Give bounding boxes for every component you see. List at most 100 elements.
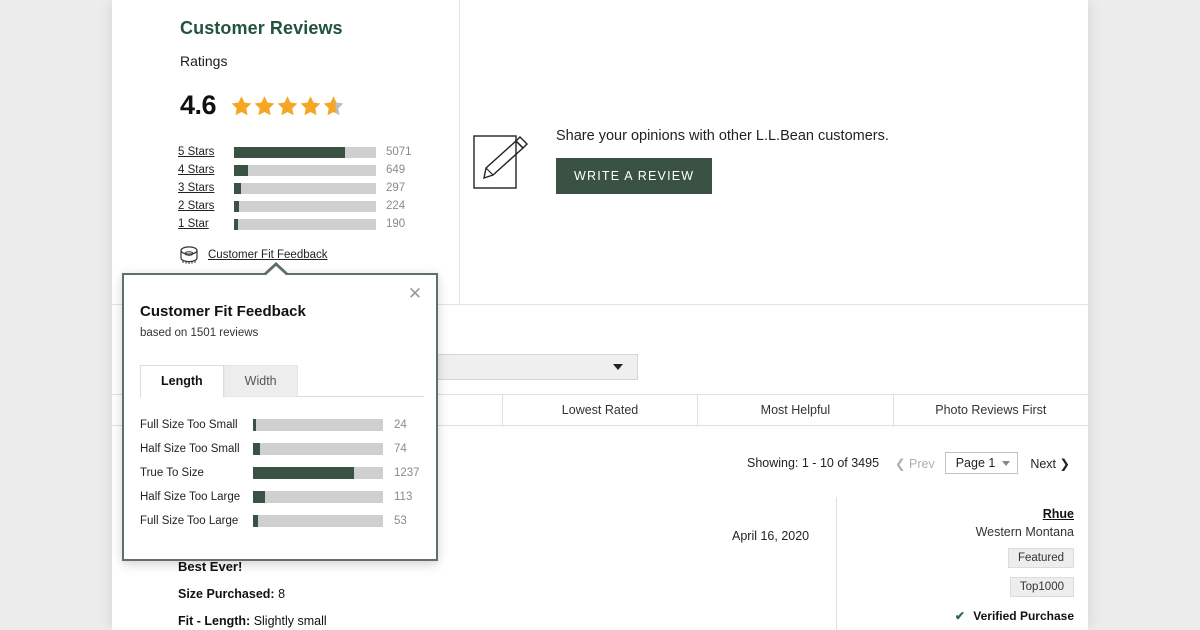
tab-lowest-rated[interactable]: Lowest Rated	[503, 395, 698, 427]
fit-dimension-tabs: LengthWidth	[140, 365, 424, 397]
check-icon: ✔	[955, 609, 965, 623]
fit-bar-fill	[253, 515, 258, 527]
chevron-right-icon: ❯	[1060, 457, 1070, 471]
fit-length-label: Fit - Length:	[178, 614, 250, 628]
review-size-purchased: Size Purchased: 8	[178, 587, 598, 601]
author-badge: Top1000	[1010, 577, 1074, 597]
fit-length-value: Slightly small	[254, 614, 327, 628]
rating-count: 297	[386, 182, 405, 194]
rating-bar-fill	[234, 183, 241, 194]
rating-bar-track	[234, 219, 376, 230]
prev-label: Prev	[909, 457, 935, 471]
page-title: Customer Reviews	[180, 18, 343, 39]
rating-filter-5-star[interactable]: 5 Stars	[178, 146, 234, 158]
review-fit-length: Fit - Length: Slightly small	[178, 614, 598, 628]
fit-feedback-row: Full Size Too Large 53	[140, 509, 426, 533]
ratings-label: Ratings	[180, 53, 227, 69]
rating-bar-fill	[234, 165, 248, 176]
fit-bar-fill	[253, 491, 265, 503]
fit-row-count: 113	[394, 491, 412, 503]
fit-feedback-row: True To Size 1237	[140, 461, 426, 485]
fit-bar-fill	[253, 419, 256, 431]
star-5	[322, 94, 345, 118]
fit-row-label: Full Size Too Small	[140, 419, 253, 431]
fit-distribution-bars: Full Size Too Small 24 Half Size Too Small…	[140, 413, 426, 533]
size-purchased-label: Size Purchased:	[178, 587, 275, 601]
fit-feedback-row: Half Size Too Small 74	[140, 437, 426, 461]
fit-bar-track	[253, 467, 383, 479]
fit-row-label: Half Size Too Small	[140, 443, 253, 455]
rating-filter-1-star[interactable]: 1 Star	[178, 218, 234, 230]
star-3	[276, 94, 299, 118]
share-opinions-text: Share your opinions with other L.L.Bean …	[556, 128, 889, 144]
star-4	[299, 94, 322, 118]
fit-bar-track	[253, 515, 383, 527]
reviews-summary-section: Customer Reviews Ratings 4.6 5 Stars 5071…	[112, 0, 1088, 305]
review-author-badges: Featured Top1000	[837, 539, 1074, 597]
write-review-block: Share your opinions with other L.L.Bean …	[472, 128, 889, 194]
rating-bar-fill	[234, 147, 345, 158]
customer-fit-feedback-popup: ✕ Customer Fit Feedback based on 1501 re…	[122, 273, 438, 561]
page-select-value: Page 1	[956, 456, 996, 470]
rating-filter-3-star[interactable]: 3 Stars	[178, 182, 234, 194]
rating-distribution-row: 1 Star 190	[178, 215, 478, 233]
customer-fit-feedback-link[interactable]: Customer Fit Feedback	[178, 245, 328, 265]
rating-distribution: 5 Stars 5071 4 Stars 649 3 Stars 297 2 Stars 22…	[178, 143, 478, 233]
fit-row-label: Full Size Too Large	[140, 515, 253, 527]
rating-bar-fill	[234, 201, 239, 212]
write-review-text-column: Share your opinions with other L.L.Bean …	[556, 128, 889, 194]
next-page-button[interactable]: Next ❯	[1030, 456, 1070, 471]
chevron-down-icon	[613, 364, 623, 370]
close-icon[interactable]: ✕	[406, 285, 424, 303]
fit-row-count: 24	[394, 419, 407, 431]
showing-count: Showing: 1 - 10 of 3495	[747, 456, 879, 470]
rating-filter-4-star[interactable]: 4 Stars	[178, 164, 234, 176]
review-author-location: Western Montana	[837, 525, 1074, 539]
fit-row-count: 74	[394, 443, 407, 455]
rating-bar-track	[234, 147, 376, 158]
sort-dropdown[interactable]: g	[412, 354, 638, 380]
fit-row-label: True To Size	[140, 467, 253, 479]
rating-distribution-row: 3 Stars 297	[178, 179, 478, 197]
popup-subtitle: based on 1501 reviews	[140, 327, 258, 339]
write-a-review-button[interactable]: WRITE A REVIEW	[556, 158, 712, 194]
fit-row-count: 53	[394, 515, 407, 527]
fit-bar-fill	[253, 443, 260, 455]
average-score-row: 4.6	[180, 90, 345, 121]
rating-bar-track	[234, 165, 376, 176]
fit-bar-track	[253, 491, 383, 503]
rating-count: 190	[386, 218, 405, 230]
fit-tab-length[interactable]: Length	[140, 365, 224, 398]
fit-bar-track	[253, 419, 383, 431]
star-2	[253, 94, 276, 118]
chevron-down-icon	[1002, 461, 1010, 466]
tab-most-helpful[interactable]: Most Helpful	[698, 395, 893, 427]
page-select[interactable]: Page 1	[945, 452, 1019, 474]
verified-purchase-badge: ✔ Verified Purchase	[837, 609, 1074, 623]
rating-distribution-row: 4 Stars 649	[178, 161, 478, 179]
author-badge: Featured	[1008, 548, 1074, 568]
rating-count: 5071	[386, 146, 412, 158]
rating-count: 649	[386, 164, 405, 176]
average-score: 4.6	[180, 90, 216, 121]
rating-bar-track	[234, 183, 376, 194]
size-purchased-value: 8	[278, 587, 285, 601]
rating-bar-track	[234, 201, 376, 212]
rating-count: 224	[386, 200, 405, 212]
fit-feedback-row: Half Size Too Large113	[140, 485, 426, 509]
chevron-left-icon: ❮	[895, 457, 905, 471]
popup-arrow-inner	[265, 266, 287, 276]
review-author-name[interactable]: Rhue	[837, 507, 1074, 521]
fit-tab-width[interactable]: Width	[224, 365, 298, 397]
ratings-summary-panel: Customer Reviews Ratings 4.6 5 Stars 5071…	[112, 0, 460, 305]
customer-fit-feedback-label[interactable]: Customer Fit Feedback	[208, 249, 328, 261]
rating-distribution-row: 5 Stars 5071	[178, 143, 478, 161]
rating-filter-2-star[interactable]: 2 Stars	[178, 200, 234, 212]
fit-row-count: 1237	[394, 467, 420, 479]
prev-page-button[interactable]: ❮ Prev	[895, 456, 935, 471]
tab-photo-reviews-first[interactable]: Photo Reviews First	[894, 395, 1088, 427]
rating-distribution-row: 2 Stars 224	[178, 197, 478, 215]
pencil-paper-icon	[472, 134, 534, 190]
star-1	[230, 94, 253, 118]
review-author-panel: Rhue Western Montana Featured Top1000 ✔ V…	[836, 497, 1088, 630]
